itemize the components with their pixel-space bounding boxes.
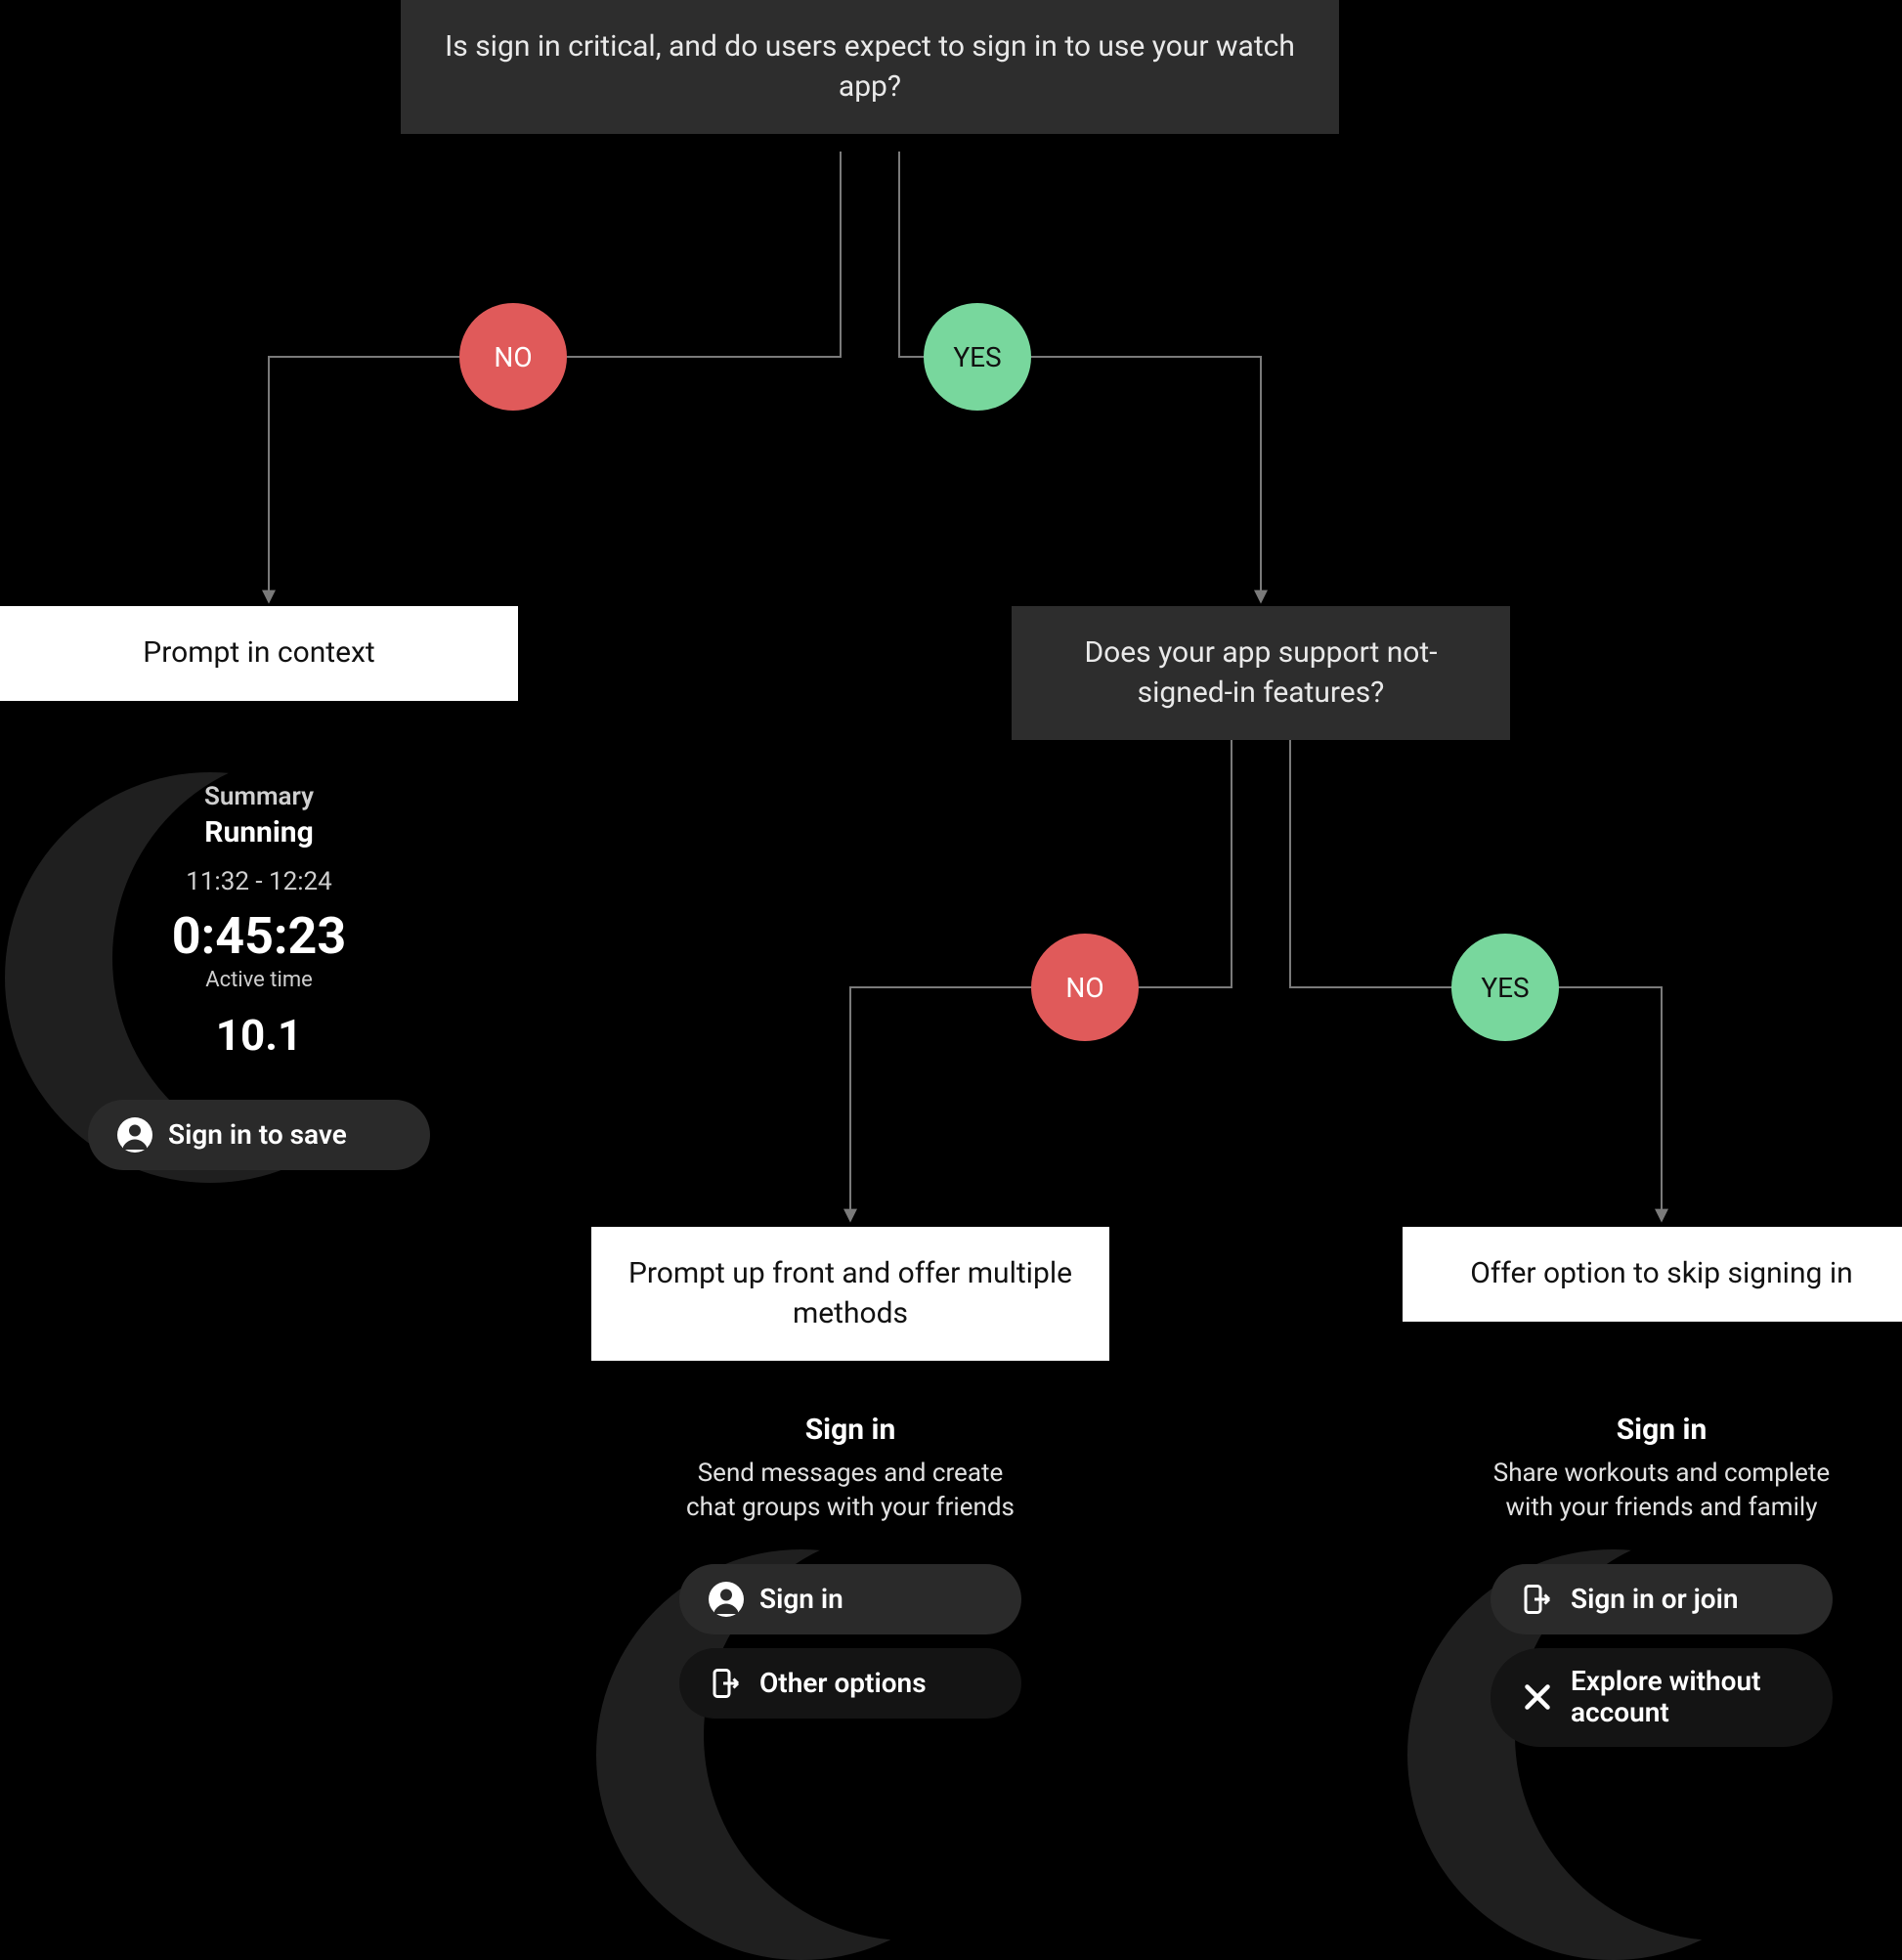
leaf-prompt-context: Prompt in context (0, 606, 518, 701)
screen-title: Sign in (655, 1413, 1046, 1447)
leaf-skip: Offer option to skip signing in (1403, 1227, 1902, 1322)
leaf-prompt-upfront: Prompt up front and offer multiple metho… (591, 1227, 1109, 1361)
screen-desc: Send messages and create chat groups wit… (655, 1457, 1046, 1525)
activity-name: Running (64, 815, 454, 849)
screen-desc: Share workouts and complete with your fr… (1466, 1457, 1857, 1525)
chip-label: Sign in or join (1571, 1584, 1739, 1615)
decision-q2: Does your app support not-signed-in feat… (1012, 606, 1510, 740)
screen-title: Sign in (1466, 1413, 1857, 1447)
chip-label: Other options (759, 1668, 927, 1699)
duration: 0:45:23 (64, 906, 454, 966)
branch-no-2: NO (1031, 934, 1139, 1041)
close-icon (1520, 1679, 1555, 1715)
signin-chip[interactable]: Sign in (679, 1564, 1021, 1634)
branch-yes-2: YES (1451, 934, 1559, 1041)
chip-label: Explore without account (1571, 1666, 1803, 1728)
login-icon (1520, 1582, 1555, 1617)
watch-mock-upfront: Sign in Send messages and create chat gr… (655, 1413, 1046, 1719)
signin-save-chip[interactable]: Sign in to save (88, 1100, 430, 1170)
summary-label: Summary (64, 782, 454, 811)
watch-mock-skip: Sign in Share workouts and complete with… (1466, 1413, 1857, 1747)
explore-chip[interactable]: Explore without account (1491, 1648, 1833, 1746)
duration-label: Active time (64, 968, 454, 992)
branch-no-1: NO (459, 303, 567, 411)
other-options-chip[interactable]: Other options (679, 1648, 1021, 1719)
account-circle-icon (709, 1582, 744, 1617)
branch-yes-1: YES (924, 303, 1031, 411)
login-icon (709, 1666, 744, 1701)
time-range: 11:32 - 12:24 (64, 867, 454, 896)
account-circle-icon (117, 1117, 152, 1153)
decision-q1: Is sign in critical, and do users expect… (401, 0, 1339, 134)
signin-join-chip[interactable]: Sign in or join (1491, 1564, 1833, 1634)
watch-mock-context: Summary Running 11:32 - 12:24 0:45:23 Ac… (64, 782, 454, 1170)
chip-label: Sign in to save (168, 1119, 347, 1151)
distance: 10.1 (64, 1010, 454, 1061)
chip-label: Sign in (759, 1584, 843, 1615)
